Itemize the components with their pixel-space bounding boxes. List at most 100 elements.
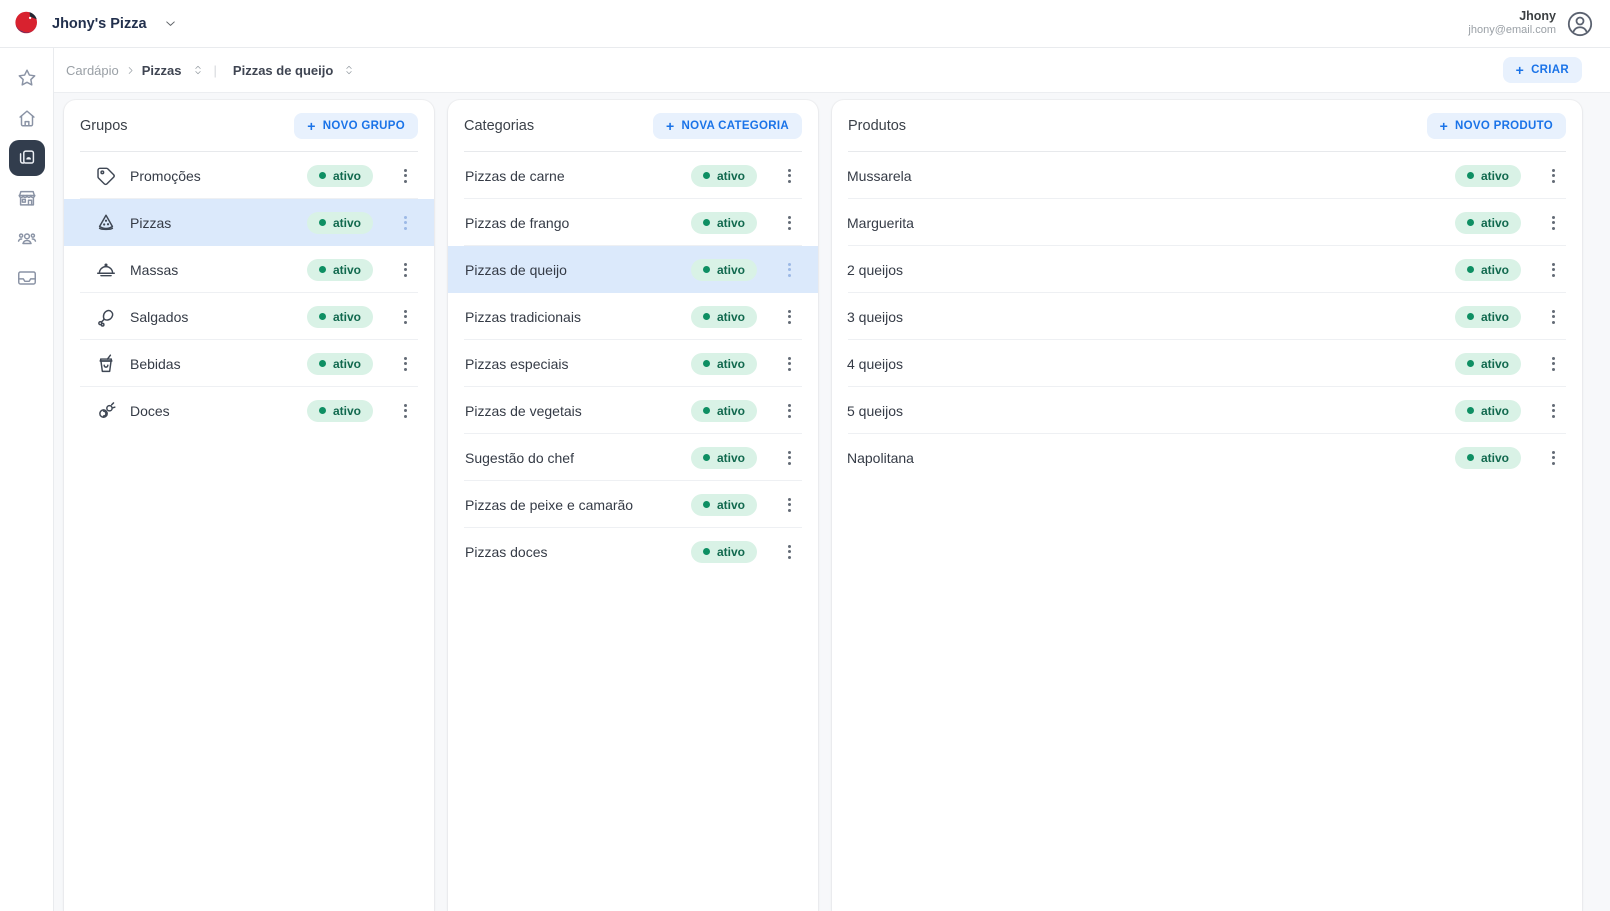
row-menu-button[interactable] bbox=[1547, 165, 1560, 187]
category-label: Pizzas de vegetais bbox=[465, 403, 582, 419]
row-menu-button[interactable] bbox=[783, 259, 796, 281]
sidebar-item-favorites[interactable] bbox=[9, 60, 45, 96]
product-row[interactable]: 2 queijos ativo bbox=[832, 246, 1582, 293]
content: Grupos + NOVO GRUPO Promoções bbox=[54, 93, 1610, 911]
status-badge: ativo bbox=[1455, 259, 1521, 281]
breadcrumb: Cardápio Pizzas | Pizzas de queijo + CRI… bbox=[54, 48, 1610, 93]
status-badge: ativo bbox=[691, 353, 757, 375]
plus-icon: + bbox=[307, 121, 315, 131]
group-row[interactable]: Promoções ativo bbox=[64, 152, 434, 199]
row-menu-button[interactable] bbox=[783, 400, 796, 422]
product-row[interactable]: Mussarela ativo bbox=[832, 152, 1582, 199]
create-button[interactable]: + CRIAR bbox=[1503, 57, 1582, 83]
breadcrumb-root[interactable]: Cardápio bbox=[66, 63, 119, 78]
product-row[interactable]: 5 queijos ativo bbox=[832, 387, 1582, 434]
row-menu-button[interactable] bbox=[783, 447, 796, 469]
row-menu-button[interactable] bbox=[1547, 259, 1560, 281]
row-menu-button[interactable] bbox=[1547, 212, 1560, 234]
candy-icon bbox=[95, 400, 117, 422]
row-menu-button[interactable] bbox=[783, 353, 796, 375]
status-dot bbox=[703, 360, 710, 367]
row-menu-button[interactable] bbox=[399, 212, 412, 234]
row-menu-button[interactable] bbox=[1547, 306, 1560, 328]
category-row[interactable]: Pizzas tradicionais ativo bbox=[448, 293, 818, 340]
group-row[interactable]: Pizzas ativo bbox=[64, 199, 434, 246]
category-row[interactable]: Pizzas de frango ativo bbox=[448, 199, 818, 246]
group-row[interactable]: Doces ativo bbox=[64, 387, 434, 434]
plus-icon: + bbox=[666, 121, 674, 131]
status-dot bbox=[1467, 407, 1474, 414]
group-label: Pizzas bbox=[130, 215, 171, 231]
category-row[interactable]: Pizzas especiais ativo bbox=[448, 340, 818, 387]
group-row[interactable]: Bebidas ativo bbox=[64, 340, 434, 387]
group-label: Promoções bbox=[130, 168, 201, 184]
category-row[interactable]: Pizzas doces ativo bbox=[448, 528, 818, 575]
brand-logo bbox=[12, 9, 42, 39]
row-menu-button[interactable] bbox=[1547, 353, 1560, 375]
category-row[interactable]: Pizzas de carne ativo bbox=[448, 152, 818, 199]
group-unfold-icon[interactable] bbox=[192, 64, 204, 76]
row-menu-button[interactable] bbox=[783, 165, 796, 187]
new-category-button[interactable]: + NOVA CATEGORIA bbox=[653, 113, 802, 139]
status-dot bbox=[703, 407, 710, 414]
user-block: Jhony jhony@email.com bbox=[1468, 9, 1556, 38]
sidebar-item-home[interactable] bbox=[9, 100, 45, 136]
group-row[interactable]: Salgados ativo bbox=[64, 293, 434, 340]
category-row[interactable]: Pizzas de peixe e camarão ativo bbox=[448, 481, 818, 528]
status-dot bbox=[1467, 219, 1474, 226]
category-row[interactable]: Sugestão do chef ativo bbox=[448, 434, 818, 481]
storefront-icon bbox=[16, 187, 38, 209]
status-badge: ativo bbox=[1455, 353, 1521, 375]
category-label: Pizzas de frango bbox=[465, 215, 569, 231]
product-row[interactable]: 3 queijos ativo bbox=[832, 293, 1582, 340]
row-menu-button[interactable] bbox=[399, 400, 412, 422]
status-badge: ativo bbox=[307, 353, 373, 375]
status-badge: ativo bbox=[691, 494, 757, 516]
sidebar-item-inbox[interactable] bbox=[9, 260, 45, 296]
row-menu-button[interactable] bbox=[783, 306, 796, 328]
status-dot bbox=[1467, 313, 1474, 320]
row-menu-button[interactable] bbox=[783, 212, 796, 234]
product-row[interactable]: 4 queijos ativo bbox=[832, 340, 1582, 387]
status-badge: ativo bbox=[307, 259, 373, 281]
row-menu-button[interactable] bbox=[1547, 400, 1560, 422]
row-menu-button[interactable] bbox=[399, 353, 412, 375]
product-label: 5 queijos bbox=[847, 403, 903, 419]
row-menu-button[interactable] bbox=[399, 306, 412, 328]
category-label: Sugestão do chef bbox=[465, 450, 574, 466]
products-title: Produtos bbox=[848, 118, 906, 134]
product-label: 2 queijos bbox=[847, 262, 903, 278]
status-dot bbox=[703, 501, 710, 508]
product-row[interactable]: Marguerita ativo bbox=[832, 199, 1582, 246]
user-email: jhony@email.com bbox=[1468, 24, 1556, 38]
row-menu-button[interactable] bbox=[783, 541, 796, 563]
status-dot bbox=[1467, 360, 1474, 367]
status-dot bbox=[319, 313, 326, 320]
breadcrumb-group[interactable]: Pizzas bbox=[142, 63, 182, 78]
status-dot bbox=[703, 548, 710, 555]
status-dot bbox=[703, 454, 710, 461]
category-label: Pizzas especiais bbox=[465, 356, 569, 372]
category-row[interactable]: Pizzas de vegetais ativo bbox=[448, 387, 818, 434]
avatar-icon[interactable] bbox=[1566, 10, 1594, 38]
group-row[interactable]: Massas ativo bbox=[64, 246, 434, 293]
product-label: 4 queijos bbox=[847, 356, 903, 372]
pizza-icon bbox=[95, 212, 117, 234]
brand-chevron-down-icon[interactable] bbox=[163, 16, 178, 31]
row-menu-button[interactable] bbox=[783, 494, 796, 516]
row-menu-button[interactable] bbox=[399, 165, 412, 187]
category-row[interactable]: Pizzas de queijo ativo bbox=[448, 246, 818, 293]
sidebar-item-menu[interactable] bbox=[9, 140, 45, 176]
row-menu-button[interactable] bbox=[399, 259, 412, 281]
sidebar-item-customers[interactable] bbox=[9, 220, 45, 256]
sidebar-item-store[interactable] bbox=[9, 180, 45, 216]
status-badge: ativo bbox=[691, 212, 757, 234]
row-menu-button[interactable] bbox=[1547, 447, 1560, 469]
new-product-button[interactable]: + NOVO PRODUTO bbox=[1427, 113, 1566, 139]
category-unfold-icon[interactable] bbox=[343, 64, 355, 76]
category-label: Pizzas tradicionais bbox=[465, 309, 581, 325]
product-row[interactable]: Napolitana ativo bbox=[832, 434, 1582, 481]
tag-icon bbox=[95, 165, 117, 187]
new-group-button[interactable]: + NOVO GRUPO bbox=[294, 113, 418, 139]
breadcrumb-category[interactable]: Pizzas de queijo bbox=[233, 63, 333, 78]
